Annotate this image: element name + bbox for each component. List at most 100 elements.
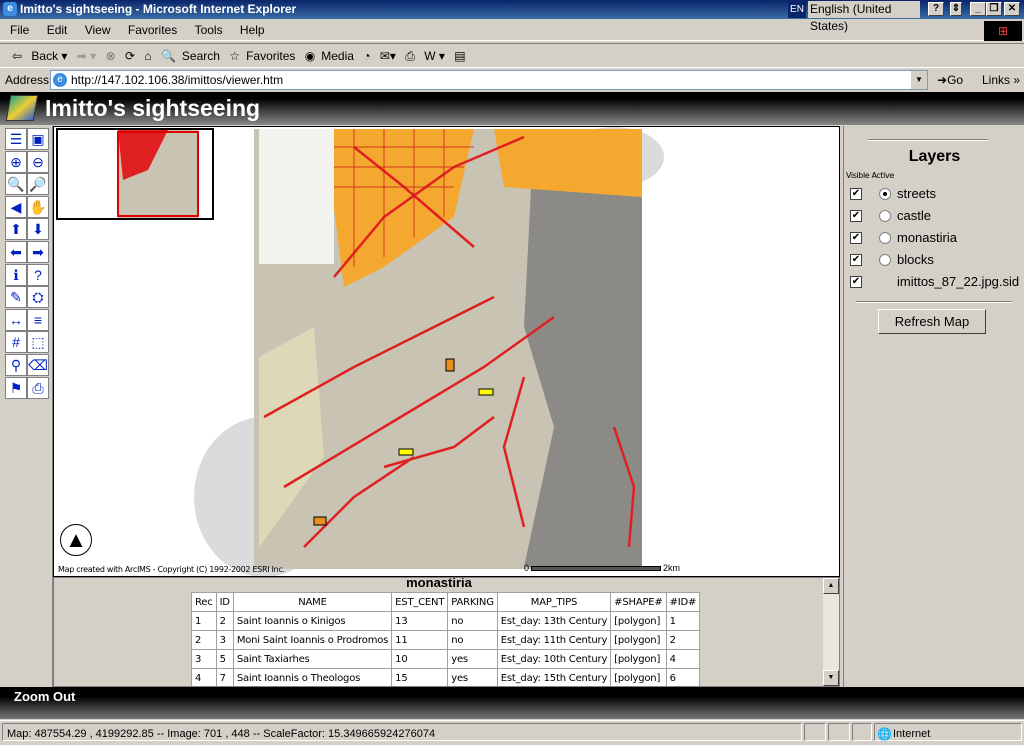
- visible-column-label: Visible: [846, 171, 870, 180]
- query-tool-icon[interactable]: ?: [27, 263, 49, 286]
- history-icon[interactable]: ◔: [363, 44, 370, 69]
- search-button[interactable]: 🔍 Search: [161, 44, 220, 69]
- visible-checkbox[interactable]: ✔: [850, 188, 862, 200]
- column-header: ID: [216, 593, 233, 611]
- visible-checkbox[interactable]: ✔: [850, 232, 862, 244]
- hyperlink-tool-icon[interactable]: ⚑: [5, 376, 27, 399]
- menu-tools[interactable]: Tools: [195, 23, 223, 37]
- menu-file[interactable]: File: [10, 23, 29, 37]
- scroll-down-icon[interactable]: ▼: [823, 670, 839, 686]
- layer-name: streets: [897, 186, 937, 201]
- active-radio[interactable]: [879, 188, 891, 200]
- layer-name: monastiria: [897, 230, 957, 245]
- stop-icon[interactable]: ⊗: [106, 44, 116, 69]
- home-icon[interactable]: ⌂: [144, 44, 151, 69]
- language-indicator[interactable]: English (United States): [808, 1, 920, 33]
- menu-help[interactable]: Help: [240, 23, 265, 37]
- table-row[interactable]: 1 2 Saint Ioannis o Kinigos 13 no Est_day: 13…: [192, 612, 700, 630]
- select-by-line-tool-icon[interactable]: ✎: [5, 286, 27, 309]
- page-icon: e: [53, 73, 67, 87]
- menu-favorites[interactable]: Favorites: [128, 23, 177, 37]
- status-pane: [828, 723, 850, 741]
- active-radio[interactable]: [879, 254, 891, 266]
- scroll-up-icon[interactable]: ▲: [823, 578, 839, 594]
- zoom-out-tool-icon[interactable]: ⊖: [27, 150, 49, 173]
- minimize-button[interactable]: _: [970, 2, 986, 16]
- discuss-icon[interactable]: ▤: [454, 44, 465, 69]
- active-radio[interactable]: [879, 232, 891, 244]
- find-tool-icon[interactable]: ⛭: [27, 286, 49, 309]
- address-input[interactable]: e http://147.102.106.38/imittos/viewer.h…: [50, 70, 928, 90]
- clear-selection-tool-icon[interactable]: ⌫: [27, 354, 49, 376]
- scale-start: 0: [524, 563, 530, 573]
- map-view[interactable]: ▲ Map created with ArcIMS - Copyright (C…: [53, 126, 840, 577]
- table-cell: 15: [392, 669, 448, 686]
- zoom-previous-tool-icon[interactable]: ◀: [5, 195, 27, 218]
- pan-north-tool-icon[interactable]: ⬆: [5, 218, 27, 241]
- pan-south-tool-icon[interactable]: ⬇: [27, 218, 49, 241]
- visible-checkbox[interactable]: ✔: [850, 254, 862, 266]
- visible-checkbox[interactable]: ✔: [850, 276, 862, 288]
- visible-checkbox[interactable]: ✔: [850, 210, 862, 222]
- table-row[interactable]: 2 3 Moni Saint Ioannis o Prodromos 11 no Est_…: [192, 631, 700, 649]
- pan-west-tool-icon[interactable]: ⬅: [5, 241, 27, 263]
- status-message: Map: 487554.29 , 4199292.85 -- Image: 70…: [7, 728, 436, 740]
- table-cell: 3: [216, 631, 233, 649]
- help-icon[interactable]: ?: [928, 2, 944, 16]
- active-radio[interactable]: [879, 210, 891, 222]
- language-code[interactable]: EN: [788, 1, 806, 18]
- attribute-table-panel: monastiria Rec ID NAME EST_CENT PARKING MAP_T…: [53, 577, 840, 687]
- address-dropdown-icon[interactable]: ▼: [911, 71, 927, 89]
- identify-tool-icon[interactable]: ℹ: [5, 263, 27, 286]
- zoom-active-tool-icon[interactable]: 🔎: [27, 173, 49, 196]
- print-tool-icon[interactable]: ⎙: [27, 376, 49, 399]
- close-button[interactable]: ✕: [1004, 2, 1020, 16]
- app-banner: Imitto's sightseeing: [0, 92, 1024, 125]
- edit-word-icon[interactable]: W ▾: [424, 44, 445, 69]
- forward-button[interactable]: ➡ ▾: [77, 44, 96, 69]
- maximize-button[interactable]: ❐: [986, 2, 1002, 16]
- table-cell: 1: [192, 612, 216, 630]
- back-button[interactable]: ⇦ Back ▾: [6, 44, 67, 69]
- map-toolbar: ☰ ▣ ⊕ ⊖ 🔍 🔎 ◀ ✋ ⬆ ⬇ ⬅ ➡ ℹ? ✎ ⛭ ↔ ≡ # ⬚ ⚲ ⌫ ⚑ ⎙: [0, 126, 53, 687]
- zoom-full-tool-icon[interactable]: 🔍: [5, 173, 27, 196]
- menu-view[interactable]: View: [85, 23, 111, 37]
- address-url: http://147.102.106.38/imittos/viewer.htm: [71, 73, 284, 87]
- language-menu-icon[interactable]: ⇕: [950, 2, 962, 16]
- column-header: MAP_TIPS: [497, 593, 611, 611]
- map-credit: Map created with ArcIMS - Copyright (C) …: [58, 565, 285, 574]
- back-arrow-icon: ⇦: [12, 49, 23, 63]
- refresh-map-button[interactable]: Refresh Map: [878, 309, 986, 334]
- table-cell: 5: [216, 650, 233, 668]
- back-label: Back: [31, 49, 59, 63]
- table-cell: 1: [666, 612, 700, 630]
- legend-toggle-tool-icon[interactable]: ☰: [5, 128, 27, 150]
- mail-icon[interactable]: ✉▾: [380, 44, 396, 69]
- buffer-tool-icon[interactable]: #: [5, 331, 27, 354]
- table-title: monastiria: [406, 577, 472, 590]
- set-units-tool-icon[interactable]: ≡: [27, 308, 49, 331]
- favorites-button[interactable]: ☆ Favorites: [229, 44, 295, 69]
- measure-tool-icon[interactable]: ↔: [5, 308, 27, 331]
- select-by-shape-tool-icon[interactable]: ⚲: [5, 354, 27, 376]
- zoom-in-tool-icon[interactable]: ⊕: [5, 150, 27, 173]
- address-bar: Address e http://147.102.106.38/imittos/…: [0, 69, 1024, 91]
- table-cell: no: [448, 631, 497, 649]
- refresh-icon[interactable]: ⟳: [125, 44, 135, 69]
- select-rectangle-tool-icon[interactable]: ⬚: [27, 331, 49, 354]
- links-button[interactable]: Links »: [982, 69, 1020, 91]
- pan-east-tool-icon[interactable]: ➡: [27, 241, 49, 263]
- app-title: Imitto's sightseeing: [45, 95, 261, 121]
- print-icon[interactable]: ⎙: [405, 44, 415, 69]
- table-scrollbar[interactable]: ▲ ▼: [823, 578, 839, 686]
- pan-tool-icon[interactable]: ✋: [27, 195, 49, 218]
- menu-edit[interactable]: Edit: [47, 23, 68, 37]
- table-row[interactable]: 4 7 Saint Ioannis o Theologos 15 yes Est_day:…: [192, 669, 700, 686]
- column-header: #SHAPE#: [611, 593, 666, 611]
- overview-toggle-tool-icon[interactable]: ▣: [27, 128, 49, 150]
- go-button[interactable]: ➜Go: [937, 69, 963, 91]
- table-row[interactable]: 3 5 Saint Taxiarhes 10 yes Est_day: 10th Cent…: [192, 650, 700, 668]
- media-button[interactable]: ◉ Media: [305, 44, 354, 69]
- overview-map[interactable]: [56, 128, 214, 220]
- table-cell: 2: [216, 612, 233, 630]
